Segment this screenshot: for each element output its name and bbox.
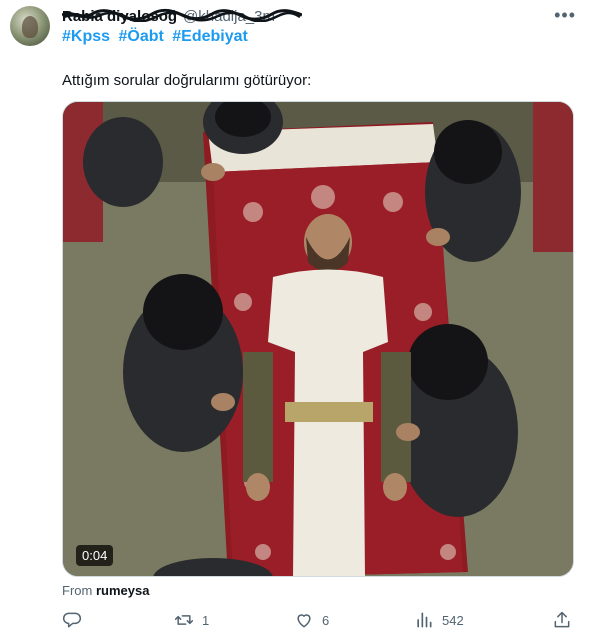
action-bar: 1 6 542 bbox=[62, 610, 574, 634]
video-duration: 0:04 bbox=[76, 545, 114, 566]
more-icon[interactable]: ••• bbox=[554, 6, 576, 24]
views-icon bbox=[417, 612, 432, 628]
views-count: 542 bbox=[442, 612, 464, 628]
retweet-icon bbox=[174, 615, 194, 625]
source-attribution: From rumeysa bbox=[62, 583, 149, 598]
author-name[interactable]: Rabia diyalosoğ bbox=[62, 8, 177, 25]
tweet-header: Rabia diyalosoğ @khadija_3m bbox=[62, 6, 275, 26]
share-icon bbox=[554, 611, 570, 628]
source-prefix: From bbox=[62, 583, 93, 598]
reply-icon bbox=[62, 612, 82, 628]
like-button[interactable]: 6 bbox=[294, 610, 329, 630]
avatar[interactable] bbox=[10, 6, 50, 46]
video-frame bbox=[63, 102, 573, 576]
tweet-text: Attığım sorular doğrularımı götürüyor: bbox=[62, 72, 312, 89]
author-handle[interactable]: @khadija_3m bbox=[183, 8, 275, 25]
video-player[interactable] bbox=[62, 101, 574, 577]
hashtag-link[interactable]: #Öabt bbox=[118, 28, 163, 45]
hashtag-link[interactable]: #Edebiyat bbox=[172, 28, 248, 45]
retweet-count: 1 bbox=[202, 612, 210, 628]
reply-button[interactable] bbox=[62, 610, 90, 630]
views-button[interactable]: 542 bbox=[414, 610, 464, 630]
share-button[interactable] bbox=[552, 610, 572, 630]
hashtag-list: #Kpss #Öabt #Edebiyat bbox=[62, 28, 252, 46]
like-count: 6 bbox=[322, 612, 330, 628]
like-icon bbox=[297, 614, 311, 628]
retweet-button[interactable]: 1 bbox=[174, 610, 209, 630]
hashtag-link[interactable]: #Kpss bbox=[62, 28, 110, 45]
source-user[interactable]: rumeysa bbox=[96, 583, 149, 598]
